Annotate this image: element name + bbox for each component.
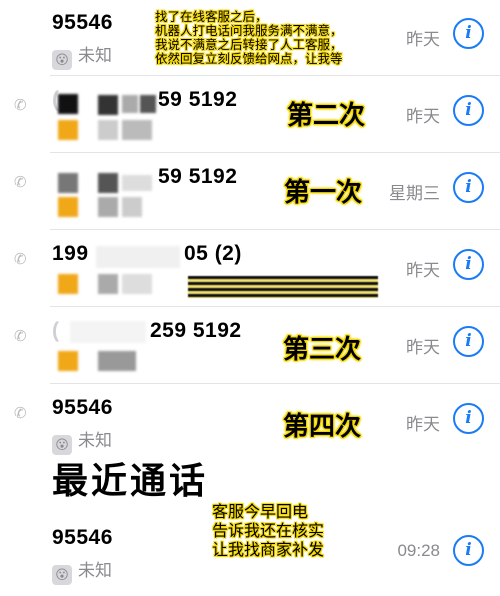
call-row[interactable]: ✆ ( 259 5192 第三次 昨天 i bbox=[0, 307, 500, 384]
phone-icon: ✆ bbox=[14, 405, 27, 422]
phone-icon: ✆ bbox=[14, 328, 27, 345]
info-icon[interactable]: i bbox=[453, 326, 484, 357]
info-icon[interactable]: i bbox=[453, 18, 484, 49]
redacted-block bbox=[98, 197, 118, 217]
redacted-block bbox=[70, 321, 146, 343]
info-icon[interactable]: i bbox=[453, 249, 484, 280]
redacted-block bbox=[98, 351, 136, 371]
call-number: 59 5192 bbox=[158, 165, 238, 188]
call-time: 昨天 bbox=[406, 107, 440, 126]
call-number: 95546 bbox=[52, 526, 113, 549]
redacted-block bbox=[140, 95, 156, 113]
annotation-fourth: 第四次 bbox=[283, 411, 362, 441]
redacted-block bbox=[58, 120, 78, 140]
contact-icon: 😮 bbox=[52, 50, 72, 70]
redacted-block bbox=[96, 246, 180, 268]
redacted-block bbox=[122, 175, 152, 191]
redacted-block bbox=[58, 351, 78, 371]
redacted-block bbox=[58, 94, 78, 114]
redacted-block bbox=[122, 197, 142, 217]
call-time: 昨天 bbox=[406, 261, 440, 280]
call-time: 星期三 bbox=[389, 184, 440, 203]
call-number: 95546 bbox=[52, 396, 113, 419]
call-number: 259 5192 bbox=[150, 319, 242, 342]
redacted-block bbox=[122, 274, 152, 294]
call-time: 昨天 bbox=[406, 415, 440, 434]
call-row[interactable]: ✆ ( 59 5192 第二次 昨天 i bbox=[0, 76, 500, 153]
annotation-top-note: 找了在线客服之后， 机器人打电话问我服务满不满意， 我说不满意之后转接了人工客服… bbox=[155, 10, 343, 66]
annotation-first: 第一次 bbox=[284, 177, 363, 207]
redacted-block bbox=[58, 274, 78, 294]
section-title: 最近通话 bbox=[52, 460, 209, 501]
call-number: 59 5192 bbox=[158, 88, 238, 111]
redacted-block bbox=[122, 120, 152, 140]
call-number: 95546 bbox=[52, 11, 113, 34]
redacted-block bbox=[98, 95, 118, 115]
info-icon[interactable]: i bbox=[453, 95, 484, 126]
phone-icon: ✆ bbox=[14, 251, 27, 268]
info-icon[interactable]: i bbox=[453, 172, 484, 203]
redacted-block bbox=[58, 173, 78, 193]
redacted-block bbox=[98, 274, 118, 294]
redacted-block bbox=[98, 120, 118, 140]
call-row[interactable]: ✆ 95546 😮 未知 第四次 昨天 i bbox=[0, 384, 500, 461]
annotation-second: 第二次 bbox=[287, 100, 366, 130]
info-icon[interactable]: i bbox=[453, 403, 484, 434]
redacted-block bbox=[58, 197, 78, 217]
caller-label: 😮 未知 bbox=[52, 426, 112, 455]
call-time: 昨天 bbox=[406, 338, 440, 357]
call-row[interactable]: ✆ 199 05 (2) 昨天 i bbox=[0, 230, 500, 307]
call-time: 昨天 bbox=[406, 30, 440, 49]
annotation-third: 第三次 bbox=[283, 334, 362, 364]
info-icon[interactable]: i bbox=[453, 535, 484, 566]
call-number: 05 (2) bbox=[184, 242, 242, 265]
call-number-prefix: ( bbox=[52, 319, 60, 342]
redacted-block bbox=[188, 276, 378, 298]
redacted-block bbox=[98, 173, 118, 193]
contact-icon: 😮 bbox=[52, 565, 72, 585]
annotation-bottom-note: 客服今早回电 告诉我还在核实 让我找商家补发 bbox=[212, 504, 325, 559]
call-row[interactable]: ✆ 59 5192 第一次 星期三 i bbox=[0, 153, 500, 230]
call-time: 09:28 bbox=[397, 541, 440, 560]
phone-icon: ✆ bbox=[14, 174, 27, 191]
call-number-prefix: 199 bbox=[52, 242, 89, 265]
phone-icon: ✆ bbox=[14, 97, 27, 114]
caller-label: 😮 未知 bbox=[52, 41, 112, 70]
redacted-block bbox=[122, 95, 138, 113]
caller-label: 😮 未知 bbox=[52, 556, 112, 585]
